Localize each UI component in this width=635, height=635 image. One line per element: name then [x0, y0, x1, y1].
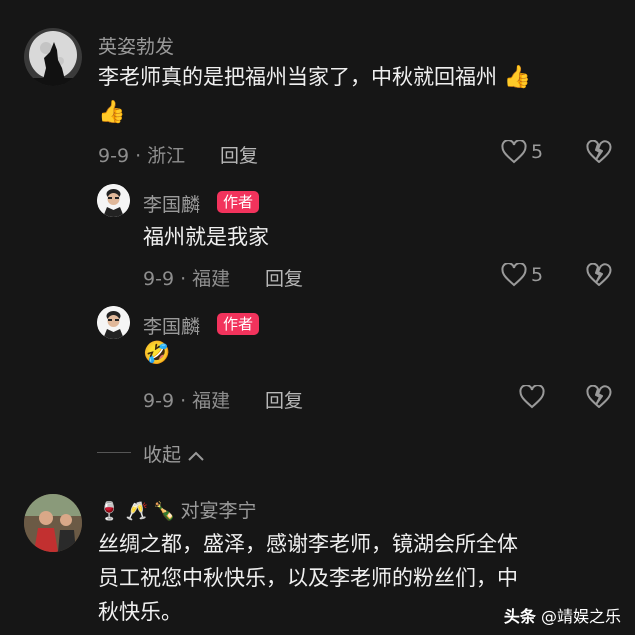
author-badge: 作者 [217, 313, 260, 335]
collapse-label: 收起 [143, 444, 182, 466]
reply-date-location: 9-9 · 福建 [143, 390, 231, 412]
watermark-handle: @靖娱之乐 [540, 607, 621, 626]
comment-username[interactable]: 英姿勃发 [98, 32, 174, 59]
watermark: 头条 @靖娱之乐 [504, 603, 621, 627]
heart-icon[interactable] [501, 139, 527, 168]
reply-button[interactable]: 回复 [265, 264, 303, 291]
chevron-up-icon [187, 445, 205, 467]
laughing-emoji-icon: 🤣 [143, 341, 171, 366]
collapse-divider [97, 452, 131, 453]
comment-text-line: 丝绸之都，盛泽，感谢李老师，镜湖会所全体 [98, 532, 518, 556]
heart-icon[interactable] [519, 384, 545, 413]
reply-date-location: 9-9 · 福建 [143, 268, 231, 290]
champagne-glasses-icon: 🥂 [125, 501, 148, 522]
dislike-icon[interactable] [586, 262, 612, 291]
reply-text: 福州就是我家 [143, 225, 269, 249]
avatar-author[interactable] [97, 306, 130, 339]
reply-username[interactable]: 李国麟 [143, 190, 200, 217]
reply-button[interactable]: 回复 [220, 141, 258, 168]
comment-text: 李老师真的是把福州当家了，中秋就回福州 👍 👍 [98, 60, 618, 130]
thumbs-up-icon: 👍 [98, 100, 126, 125]
reply-button[interactable]: 回复 [265, 386, 303, 413]
dislike-icon[interactable] [586, 384, 612, 413]
reply-username[interactable]: 李国麟 [143, 312, 200, 339]
avatar-wolf[interactable] [24, 28, 82, 86]
like-count: 5 [531, 141, 544, 163]
champagne-bottle-icon: 🍾 [153, 501, 176, 522]
comment-date-location: 9-9 · 浙江 [98, 145, 186, 167]
thumbs-up-icon: 👍 [503, 65, 532, 90]
comment-text-line: 李老师真的是把福州当家了，中秋就回福州 [98, 65, 497, 89]
wine-glass-icon: 🍷 [98, 501, 121, 522]
dislike-icon[interactable] [586, 139, 612, 168]
avatar-user[interactable] [24, 494, 82, 552]
comment-username[interactable]: 对宴李宁 [181, 500, 257, 522]
heart-icon[interactable] [501, 262, 527, 291]
author-badge: 作者 [217, 191, 260, 213]
watermark-brand: 头条 [503, 607, 536, 626]
avatar-author[interactable] [97, 184, 130, 217]
username-row: 🍷 🥂 🍾 对宴李宁 [98, 496, 257, 523]
collapse-button[interactable]: 收起 [143, 440, 205, 467]
comment-text-line: 员工祝您中秋快乐，以及李老师的粉丝们，中 [98, 566, 518, 590]
like-count: 5 [531, 264, 544, 286]
